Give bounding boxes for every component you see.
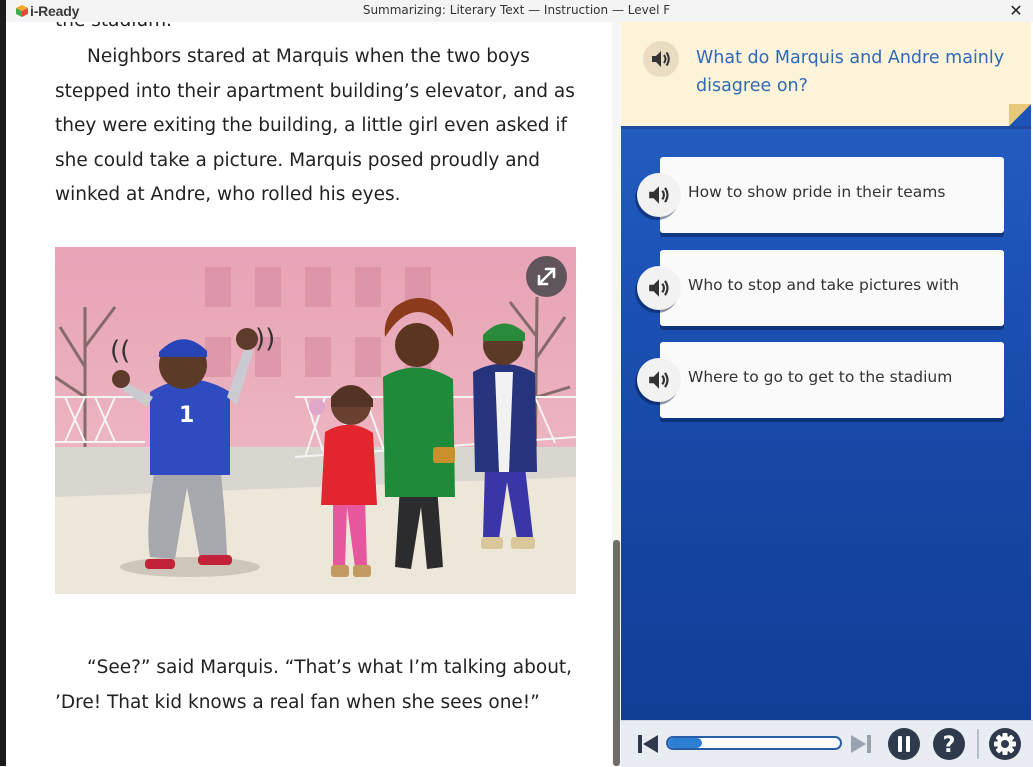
skip-back-icon xyxy=(638,735,658,753)
expand-image-button[interactable] xyxy=(526,256,567,297)
help-button[interactable]: ? xyxy=(932,727,966,765)
lesson-controls-bar: ? xyxy=(621,720,1033,767)
title-bar: i-Ready Summarizing: Literary Text — Ins… xyxy=(0,0,1033,22)
question-audio-button[interactable] xyxy=(643,41,679,77)
pause-button[interactable] xyxy=(887,727,921,765)
answer-2-audio-button[interactable] xyxy=(637,266,681,310)
close-button[interactable]: ✕ xyxy=(1007,1,1025,21)
answer-option-1[interactable]: How to show pride in their teams xyxy=(660,157,1004,233)
answer-text-3: Where to go to get to the stadium xyxy=(688,368,953,386)
question-panel: What do Marquis and Andre mainly disagre… xyxy=(621,22,1031,766)
speaker-icon xyxy=(649,279,669,297)
speaker-icon xyxy=(649,371,669,389)
page-fold-corner xyxy=(1009,104,1031,126)
answer-option-3[interactable]: Where to go to get to the stadium xyxy=(660,342,1004,418)
skip-back-button[interactable] xyxy=(637,733,659,759)
answer-3-audio-button[interactable] xyxy=(637,358,681,402)
help-icon: ? xyxy=(933,728,965,760)
illustration-art: 1 (( )) xyxy=(55,247,576,594)
question-text: What do Marquis and Andre mainly disagre… xyxy=(696,48,1005,96)
settings-button[interactable] xyxy=(988,727,1022,765)
svg-text:?: ? xyxy=(943,733,956,758)
story-illustration: 1 (( )) xyxy=(55,247,576,594)
window-title: Summarizing: Literary Text — Instruction… xyxy=(362,3,671,17)
controls-divider xyxy=(977,729,979,759)
lesson-progress-bar xyxy=(666,736,842,750)
passage-paragraph-1: Neighbors stared at Marquis when the two… xyxy=(55,46,575,205)
answer-option-2[interactable]: Who to stop and take pictures with xyxy=(660,250,1004,326)
expand-icon xyxy=(537,267,556,286)
jersey-number: 1 xyxy=(179,403,194,428)
skip-forward-button[interactable] xyxy=(850,733,872,759)
speaker-icon xyxy=(652,51,670,67)
passage-paragraph-2: “See?” said Marquis. “That’s what I’m ta… xyxy=(55,657,573,713)
svg-text:((: (( xyxy=(110,336,130,366)
answer-text-2: Who to stop and take pictures with xyxy=(688,276,960,294)
question-card: What do Marquis and Andre mainly disagre… xyxy=(621,22,1031,126)
pause-icon xyxy=(888,728,920,760)
lesson-progress-fill xyxy=(668,738,703,748)
settings-icon xyxy=(989,728,1021,760)
speaker-icon xyxy=(649,186,669,204)
skip-forward-icon xyxy=(851,735,871,753)
scrollbar-thumb[interactable] xyxy=(613,540,620,766)
svg-text:)): )) xyxy=(255,324,275,354)
reading-pane: the stadium. Neighbors stared at Marquis… xyxy=(6,0,612,766)
answer-text-1: How to show pride in their teams xyxy=(688,183,946,201)
answer-1-audio-button[interactable] xyxy=(637,173,681,217)
window-edge xyxy=(0,0,6,766)
